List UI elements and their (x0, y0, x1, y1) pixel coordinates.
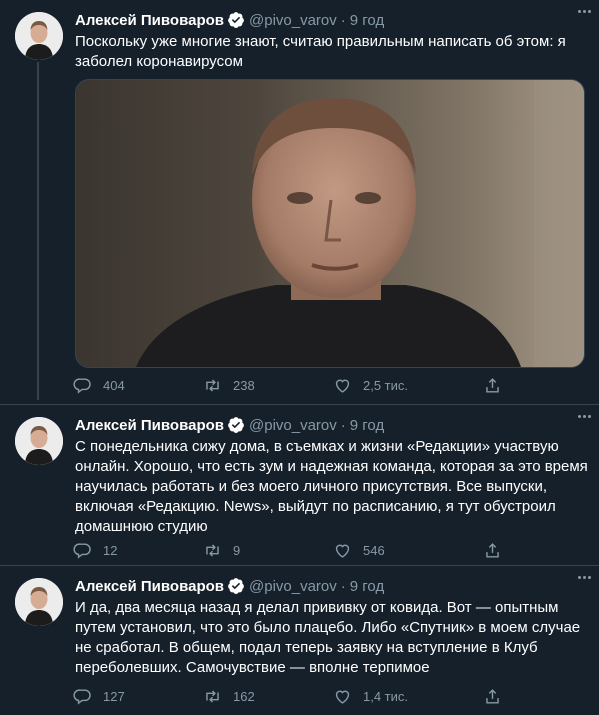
retweet-icon (206, 689, 219, 703)
reply-count: 404 (103, 377, 125, 393)
more-icon[interactable] (573, 568, 595, 586)
share-icon (486, 542, 499, 558)
like-button[interactable]: 546 (333, 540, 385, 560)
author-name[interactable]: Алексей Пивоваров (75, 417, 224, 434)
author-handle[interactable]: @pivo_varov (249, 12, 337, 29)
retweet-button[interactable]: 9 (203, 540, 240, 560)
timestamp[interactable]: 9 год (350, 417, 384, 434)
reply-count: 12 (103, 542, 118, 558)
reply-button[interactable]: 404 (73, 375, 125, 395)
tweet-photo[interactable] (75, 79, 585, 368)
retweet-count: 162 (233, 688, 255, 704)
timestamp[interactable]: 9 год (350, 578, 384, 595)
reply-count: 127 (103, 688, 125, 704)
avatar[interactable] (15, 12, 63, 60)
tweet-header: Алексей Пивоваров @pivo_varov · 9 год (75, 415, 589, 435)
author-handle[interactable]: @pivo_varov (249, 578, 337, 595)
like-icon (335, 690, 350, 704)
author-handle[interactable]: @pivo_varov (249, 417, 337, 434)
like-count: 2,5 тис. (363, 377, 409, 393)
share-button[interactable] (483, 540, 513, 560)
tweet-actions: 12 9 546 (73, 540, 503, 560)
like-count: 546 (363, 542, 385, 558)
tweet-text: С понедельника сижу дома, в съемках и жи… (75, 438, 588, 535)
reply-button[interactable]: 12 (73, 540, 117, 560)
like-button[interactable]: 1,4 тис. (333, 686, 408, 706)
like-icon (335, 544, 350, 558)
reply-icon (73, 542, 91, 559)
tweet-header: Алексей Пивоваров @pivo_varov · 9 год (75, 576, 589, 596)
retweet-button[interactable]: 162 (203, 686, 255, 706)
avatar[interactable] (15, 417, 63, 465)
separator-dot: · (340, 577, 346, 595)
reply-icon (73, 377, 91, 394)
author-name[interactable]: Алексей Пивоваров (75, 578, 224, 595)
retweet-count: 238 (233, 377, 255, 393)
share-button[interactable] (483, 375, 513, 395)
verified-icon (228, 417, 244, 433)
more-icon[interactable] (573, 407, 595, 425)
share-icon (486, 688, 499, 704)
author-name[interactable]: Алексей Пивоваров (75, 12, 224, 29)
tweet-header: Алексей Пивоваров @pivo_varov · 9 год (75, 10, 589, 30)
verified-icon (228, 12, 244, 28)
tweet-1[interactable]: Алексей Пивоваров @pivo_varov · 9 год По… (0, 0, 599, 404)
share-button[interactable] (483, 686, 513, 706)
more-icon[interactable] (573, 2, 595, 20)
retweet-icon (206, 543, 219, 557)
tweet-actions: 404 238 2,5 тис. (73, 375, 503, 395)
tweet-actions: 127 162 1,4 тис. (73, 686, 503, 706)
like-button[interactable]: 2,5 тис. (333, 375, 408, 395)
verified-icon (228, 578, 244, 594)
reply-button[interactable]: 127 (73, 686, 125, 706)
tweet-text: И да, два месяца назад я делал прививку … (75, 599, 581, 676)
like-icon (335, 379, 350, 393)
tweet-text: Поскольку уже многие знают, считаю прави… (75, 33, 566, 70)
retweet-count: 9 (233, 542, 241, 558)
share-icon (486, 377, 499, 393)
reply-icon (73, 688, 91, 705)
tweet-2[interactable]: Алексей Пивоваров @pivo_varov · 9 год С … (0, 405, 599, 565)
separator-dot: · (340, 416, 346, 434)
like-count: 1,4 тис. (363, 688, 409, 704)
avatar[interactable] (15, 578, 63, 626)
separator-dot: · (340, 11, 346, 29)
retweet-button[interactable]: 238 (203, 375, 255, 395)
retweet-icon (206, 378, 219, 392)
timestamp[interactable]: 9 год (350, 12, 384, 29)
tweet-3[interactable]: Алексей Пивоваров @pivo_varov · 9 год И … (0, 566, 599, 715)
